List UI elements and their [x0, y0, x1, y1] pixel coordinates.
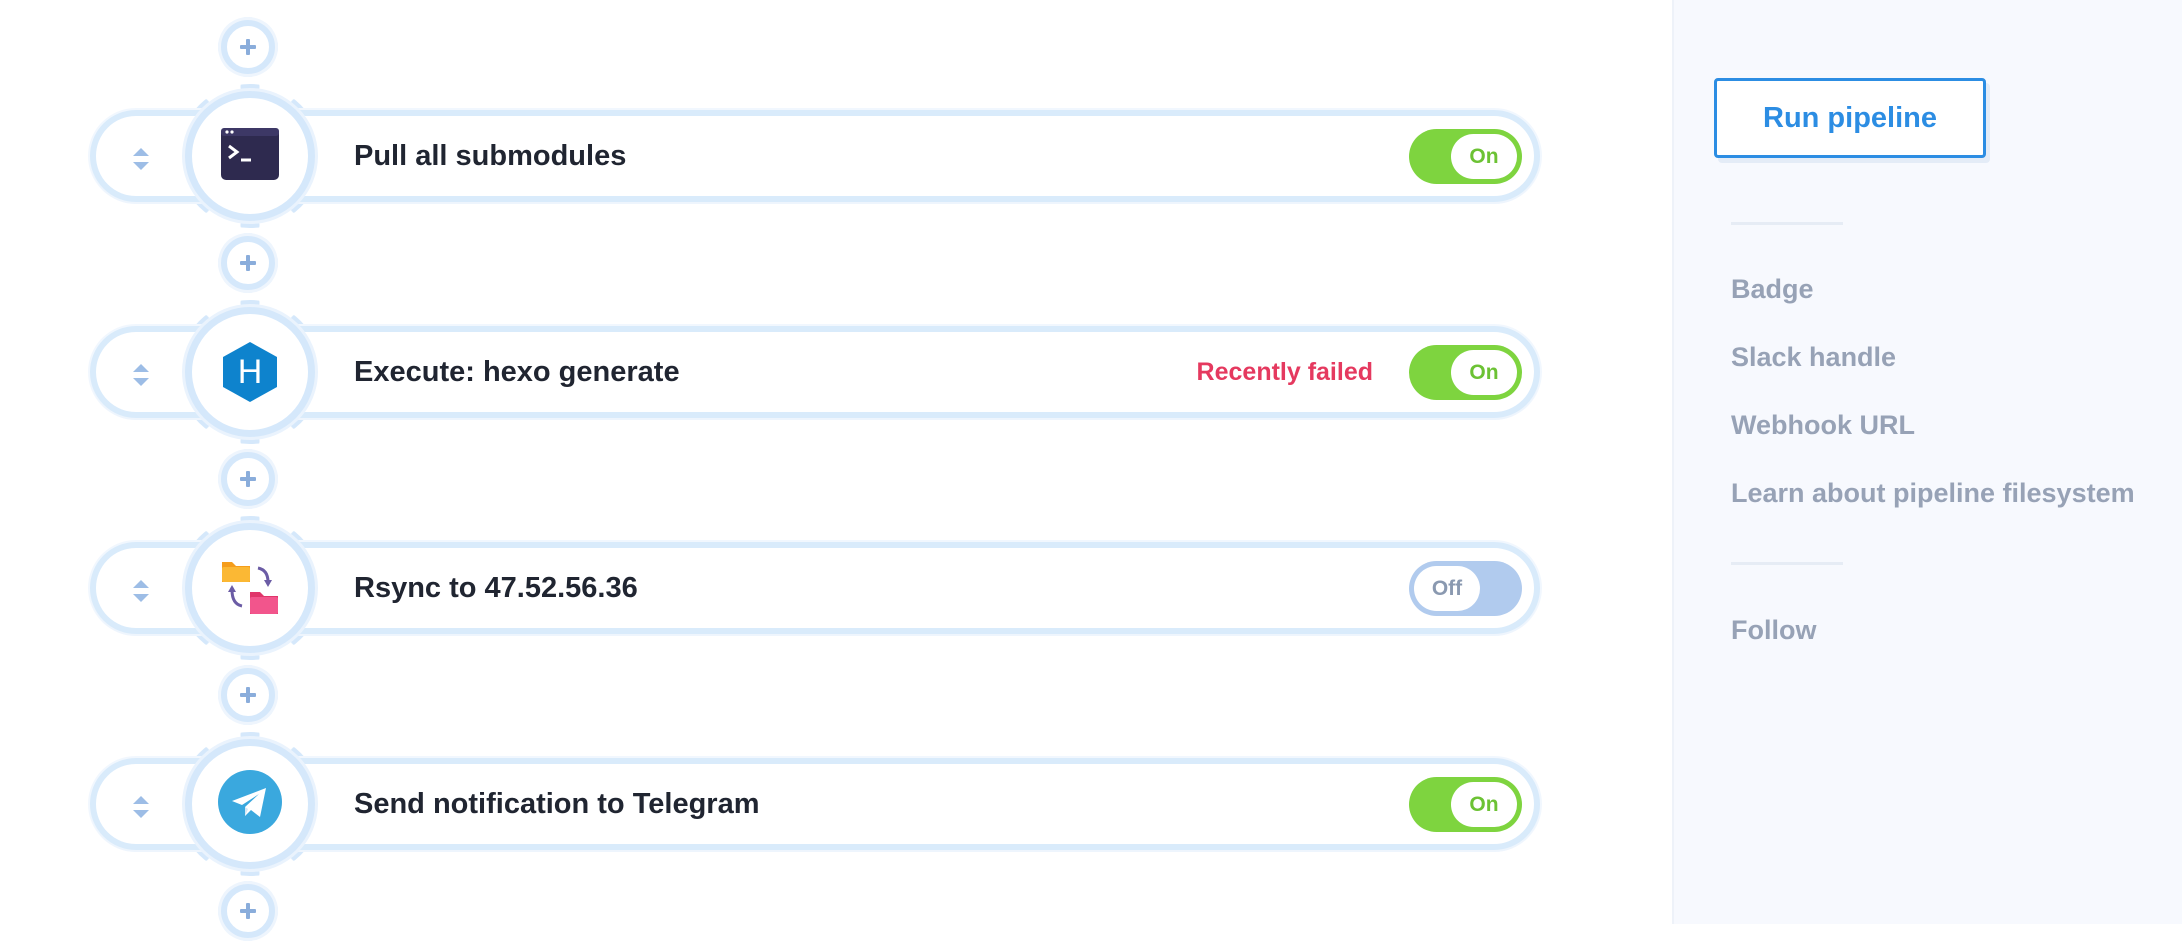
- plus-icon: [240, 255, 256, 271]
- step-toggle[interactable]: Off: [1409, 561, 1522, 616]
- divider: [1731, 222, 1843, 225]
- plus-icon: [240, 471, 256, 487]
- hexo-icon: H: [223, 342, 277, 402]
- step-icon-node: H: [178, 300, 322, 444]
- step-name: Pull all submodules: [354, 140, 627, 172]
- divider: [1731, 562, 1843, 565]
- add-step-button[interactable]: [218, 665, 278, 725]
- step-name: Rsync to 47.52.56.36: [354, 572, 638, 604]
- add-step-button[interactable]: [218, 449, 278, 509]
- drag-handle-icon[interactable]: [126, 359, 156, 391]
- status-badge: Recently failed: [1196, 358, 1373, 386]
- add-step-button[interactable]: [218, 17, 278, 77]
- add-step-button[interactable]: [218, 881, 278, 941]
- pipeline-canvas: Pull all submodules On Execute: hexo gen…: [0, 0, 1672, 941]
- step-icon-node: [178, 84, 322, 228]
- sidebar: Run pipeline Badge Slack handle Webhook …: [1672, 0, 2182, 924]
- drag-handle-icon[interactable]: [126, 575, 156, 607]
- step-icon-node: [178, 516, 322, 660]
- sidebar-link-webhook-url[interactable]: Webhook URL: [1731, 410, 1915, 441]
- sidebar-link-slack-handle[interactable]: Slack handle: [1731, 342, 1896, 373]
- sidebar-link-follow[interactable]: Follow: [1731, 615, 1816, 646]
- toggle-label: Off: [1414, 566, 1480, 611]
- hexo-letter: H: [237, 353, 263, 391]
- step-name: Execute: hexo generate: [354, 356, 680, 388]
- plus-icon: [240, 39, 256, 55]
- step-toggle[interactable]: On: [1409, 777, 1522, 832]
- telegram-icon: [218, 769, 282, 839]
- drag-handle-icon[interactable]: [126, 791, 156, 823]
- step-toggle[interactable]: On: [1409, 129, 1522, 184]
- add-step-button[interactable]: [218, 233, 278, 293]
- sidebar-link-pipeline-filesystem[interactable]: Learn about pipeline filesystem: [1731, 478, 2135, 509]
- step-toggle[interactable]: On: [1409, 345, 1522, 400]
- terminal-icon: [221, 127, 279, 185]
- folder-sync-icon: [220, 556, 280, 621]
- toggle-label: On: [1451, 350, 1517, 395]
- plus-icon: [240, 903, 256, 919]
- sidebar-link-badge[interactable]: Badge: [1731, 274, 1814, 305]
- drag-handle-icon[interactable]: [126, 143, 156, 175]
- step-icon-node: [178, 732, 322, 876]
- plus-icon: [240, 687, 256, 703]
- toggle-label: On: [1451, 134, 1517, 179]
- run-pipeline-button[interactable]: Run pipeline: [1714, 78, 1986, 158]
- step-name: Send notification to Telegram: [354, 788, 760, 820]
- toggle-label: On: [1451, 782, 1517, 827]
